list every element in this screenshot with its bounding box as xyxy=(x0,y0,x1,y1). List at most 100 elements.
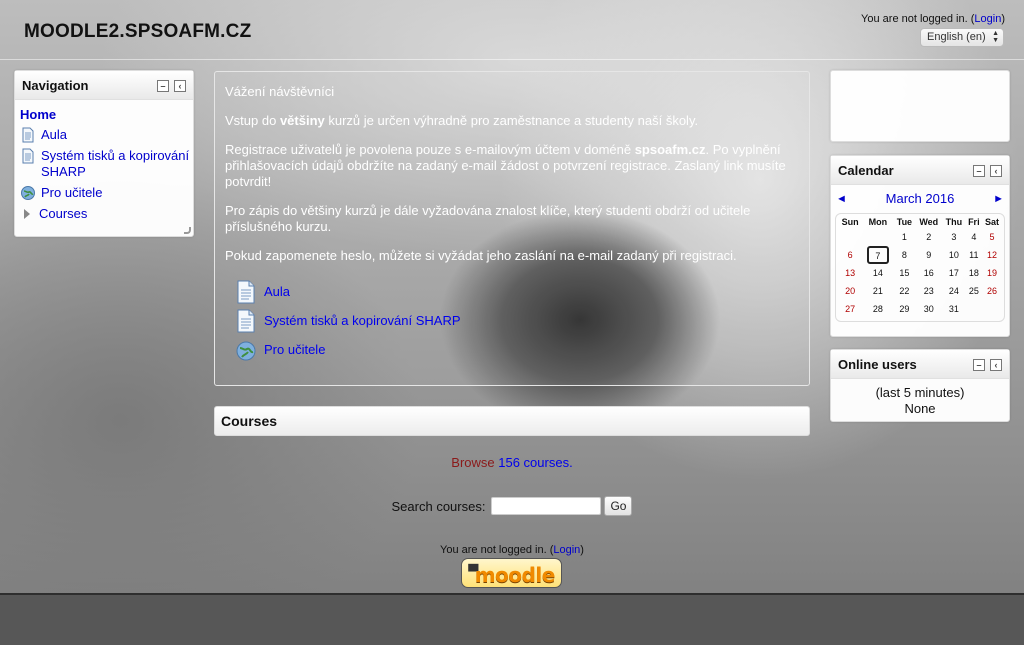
dock-block-icon[interactable]: ‹ xyxy=(990,165,1002,177)
hide-block-icon[interactable]: – xyxy=(973,165,985,177)
empty-block xyxy=(830,70,1010,142)
navigation-block-header: Navigation – ‹ xyxy=(15,71,193,100)
moodle-logo[interactable]: ▀moodle xyxy=(461,558,562,588)
search-courses-label: Search courses: xyxy=(391,498,486,514)
calendar-day[interactable]: 18 xyxy=(966,264,982,282)
calendar-day-today[interactable]: 7 xyxy=(862,246,893,264)
calendar-day[interactable]: 29 xyxy=(894,300,916,318)
dock-block-icon[interactable]: ‹ xyxy=(990,359,1002,371)
calendar-day[interactable]: 1 xyxy=(894,228,916,246)
calendar-day[interactable]: 24 xyxy=(942,282,965,300)
calendar-day[interactable]: 16 xyxy=(915,264,942,282)
nav-home-link[interactable]: Home xyxy=(20,107,193,122)
activity-list: Aula Systém tisků a kopirování SHARP Pro… xyxy=(225,277,799,364)
calendar-day[interactable]: 25 xyxy=(966,282,982,300)
calendar-day xyxy=(838,228,862,246)
nav-item-sharp[interactable]: Systém tisků a kopirování SHARP xyxy=(20,148,193,180)
online-users-list: None xyxy=(904,401,936,416)
calendar-week: 27 28 29 30 31 xyxy=(838,300,1002,318)
browse-courses: Browse 156 courses. xyxy=(451,455,573,470)
online-users-period: (last 5 minutes) xyxy=(875,385,965,400)
calendar-day[interactable]: 31 xyxy=(942,300,965,318)
login-info-top: You are not logged in. (Login) xyxy=(861,13,1005,25)
header-divider xyxy=(0,59,1024,60)
online-users-block: Online users – ‹ (last 5 minutes) None xyxy=(830,349,1010,422)
calendar-day[interactable]: 14 xyxy=(862,264,893,282)
nav-item-courses[interactable]: Courses xyxy=(20,206,193,222)
page-icon xyxy=(237,309,255,332)
weekday-header: Thu xyxy=(945,217,963,227)
navigation-block: Navigation – ‹ Home Aula Systém tisků a … xyxy=(14,70,194,237)
globe-url-icon xyxy=(21,186,35,200)
calendar-day[interactable]: 19 xyxy=(982,264,1002,282)
site-title[interactable]: MOODLE2.SPSOAFM.CZ xyxy=(24,21,251,43)
calendar-day xyxy=(862,228,893,246)
calendar-day[interactable]: 26 xyxy=(982,282,1002,300)
calendar-day[interactable]: 11 xyxy=(966,246,982,264)
calendar-day[interactable]: 22 xyxy=(894,282,916,300)
summary-paragraph-4: Pokud zapomenete heslo, můžete si vyžáda… xyxy=(225,248,737,263)
select-arrows-icon: ▲ ▼ xyxy=(992,30,999,44)
courses-heading: Courses xyxy=(214,406,810,436)
nav-item-pro-ucitele[interactable]: Pro učitele xyxy=(20,185,193,201)
calendar-day[interactable]: 23 xyxy=(915,282,942,300)
calendar-day xyxy=(966,300,982,318)
weekday-header: Wed xyxy=(919,217,939,227)
calendar-day[interactable]: 15 xyxy=(894,264,916,282)
calendar-day[interactable]: 2 xyxy=(915,228,942,246)
calendar-day[interactable]: 21 xyxy=(862,282,893,300)
calendar-day[interactable]: 28 xyxy=(862,300,893,318)
calendar-day[interactable]: 3 xyxy=(942,228,965,246)
calendar-day[interactable]: 5 xyxy=(982,228,1002,246)
page-icon xyxy=(237,280,255,303)
activity-sharp[interactable]: Systém tisků a kopirování SHARP xyxy=(235,306,799,335)
language-select[interactable]: English (en) ▲ ▼ xyxy=(920,28,1004,47)
globe-url-icon xyxy=(236,341,256,360)
calendar-nav: ◄ March 2016 ► xyxy=(831,185,1009,206)
login-link-footer[interactable]: Login xyxy=(553,544,580,556)
prev-month-icon[interactable]: ◄ xyxy=(836,193,847,205)
calendar-day[interactable]: 17 xyxy=(942,264,965,282)
calendar-day[interactable]: 9 xyxy=(915,246,942,264)
page-bottom-band xyxy=(0,593,1024,645)
calendar-week: 20 21 22 23 24 25 26 xyxy=(838,282,1002,300)
expand-triangle-icon[interactable] xyxy=(24,209,30,219)
calendar-day[interactable]: 13 xyxy=(838,264,862,282)
login-link-top[interactable]: Login xyxy=(974,13,1001,25)
weekday-header: Fri xyxy=(968,217,980,227)
summary-paragraph-3: Pro zápis do většiny kurzů je dále vyžad… xyxy=(225,203,751,234)
activity-aula[interactable]: Aula xyxy=(235,277,799,306)
weekday-header: Tue xyxy=(896,217,913,227)
next-month-icon[interactable]: ► xyxy=(993,193,1004,205)
online-users-block-header: Online users – ‹ xyxy=(831,350,1009,379)
summary-paragraph-2: Registrace uživatelů je povolena pouze s… xyxy=(225,142,786,189)
hide-block-icon[interactable]: – xyxy=(973,359,985,371)
calendar-day[interactable]: 6 xyxy=(838,246,862,264)
calendar-day[interactable]: 27 xyxy=(838,300,862,318)
greeting: Vážení návštěvníci xyxy=(225,84,335,99)
calendar-week: 13 14 15 16 17 18 19 xyxy=(838,264,1002,282)
calendar-block-header: Calendar – ‹ xyxy=(831,156,1009,185)
browse-courses-link[interactable]: 156 courses xyxy=(498,455,569,470)
calendar-week: 12345 xyxy=(838,228,1002,246)
calendar-day[interactable]: 12 xyxy=(982,246,1002,264)
go-button[interactable]: Go xyxy=(604,496,633,516)
calendar-day[interactable]: 4 xyxy=(966,228,982,246)
calendar-week: 6 7 8 9 10 11 12 xyxy=(838,246,1002,264)
search-courses-input[interactable] xyxy=(491,497,602,515)
dock-block-icon[interactable]: ‹ xyxy=(174,80,186,92)
login-info-footer: You are not logged in. (Login) xyxy=(440,544,584,556)
calendar-month-link[interactable]: March 2016 xyxy=(886,191,955,206)
calendar-day[interactable]: 30 xyxy=(915,300,942,318)
page-icon xyxy=(22,127,34,143)
resize-corner xyxy=(184,227,191,234)
site-summary: Vážení návštěvníci Vstup do většiny kurz… xyxy=(214,71,810,386)
calendar-block: Calendar – ‹ ◄ March 2016 ► Sun Mon Tue Wed… xyxy=(830,155,1010,337)
activity-pro-ucitele[interactable]: Pro učitele xyxy=(235,335,799,364)
calendar-day[interactable]: 8 xyxy=(894,246,916,264)
nav-item-aula[interactable]: Aula xyxy=(20,127,193,143)
calendar-day[interactable]: 20 xyxy=(838,282,862,300)
calendar-day[interactable]: 10 xyxy=(942,246,965,264)
hide-block-icon[interactable]: – xyxy=(157,80,169,92)
calendar-table: Sun Mon Tue Wed Thu Fri Sat 1 2 3 4 5 6 7 8 9 10 11 12 13 1… xyxy=(838,216,1002,318)
